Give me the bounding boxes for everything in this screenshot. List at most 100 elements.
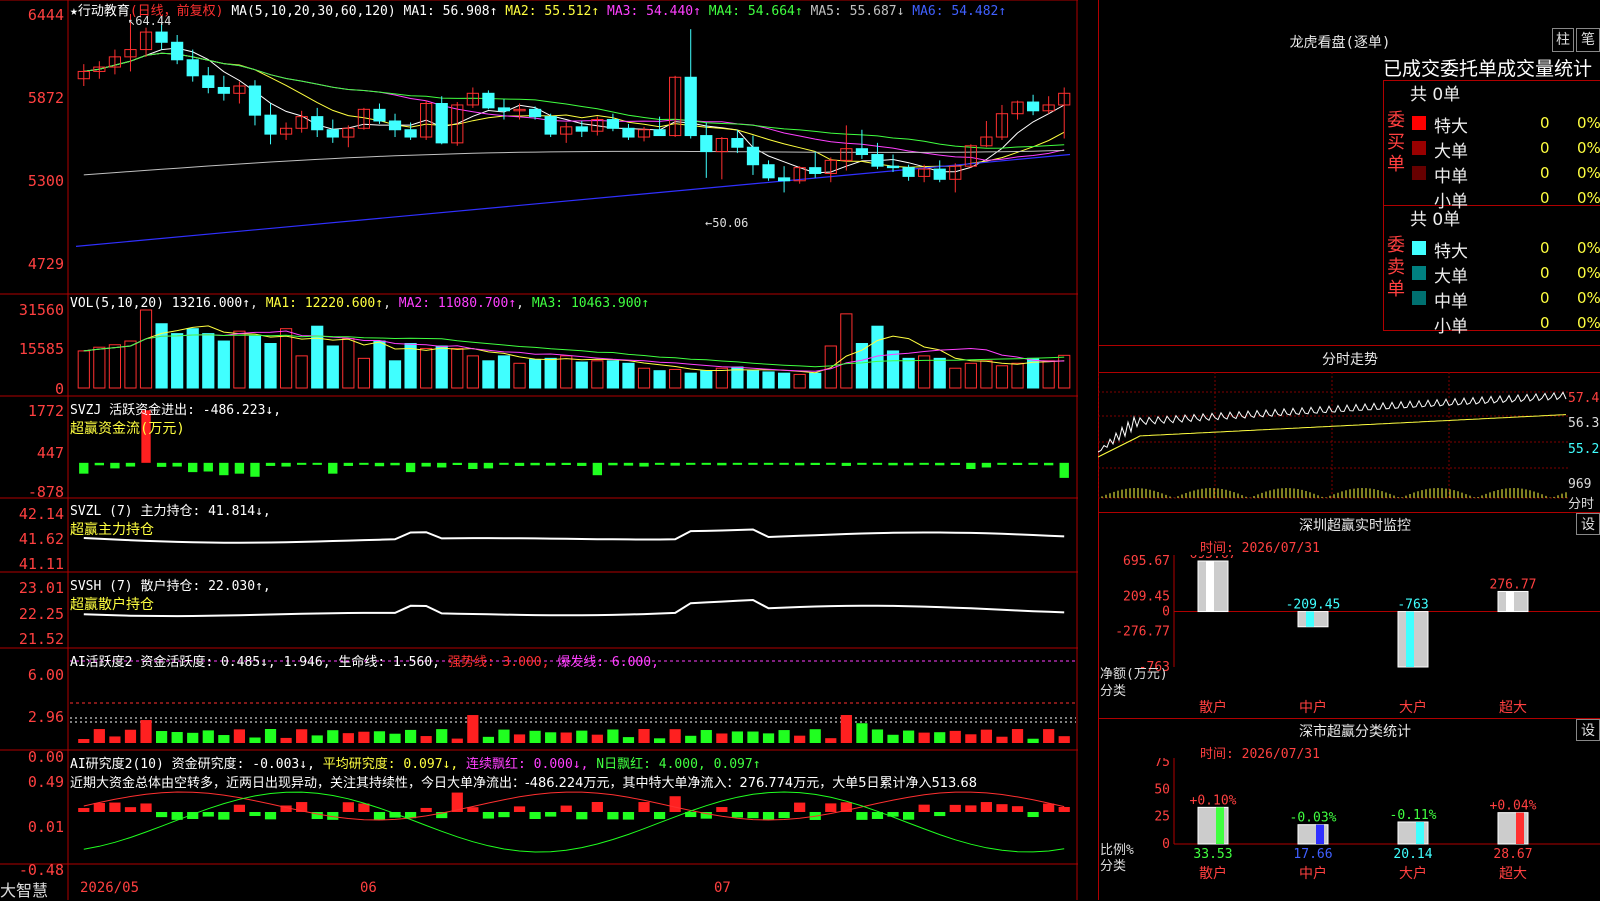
monitor-bar-chart: 695.67 209.450 -276.77 -763 695.67 散户 -209.45 中… (1100, 555, 1600, 716)
ai-research-comment: 近期大资金总体由空转多，近两日出现异动，关注其持续性，今日大单净流出：-486.… (70, 776, 977, 791)
intraday-ytick-4: 969 (1568, 477, 1592, 492)
volume-ma-line (83, 334, 1065, 368)
volume-bar (233, 330, 246, 389)
buy-label: 大单 (1434, 142, 1468, 162)
volume-bar (777, 372, 791, 389)
active-bar (809, 729, 821, 743)
active-bar (264, 729, 277, 743)
ma-value-1: MA1: 56.908↑ (403, 4, 498, 19)
svsh-label: 散户持仓: 22.030↑, (140, 579, 271, 594)
candle-body (264, 114, 277, 135)
fund-flow-bar (841, 462, 852, 466)
fund-flow-bar (903, 462, 914, 466)
research-bar (342, 802, 354, 812)
buy-color-swatch (1412, 116, 1426, 130)
research-bar (1058, 806, 1070, 812)
research-bar (233, 804, 246, 812)
vol-ytick-2: 15585 (18, 340, 64, 358)
monitor-ytick: -276.77 (1115, 625, 1170, 640)
active-bar (202, 730, 214, 743)
intraday-ytick-1: 57.41 (1568, 391, 1600, 406)
vol-ytick-1: 31560 (18, 301, 64, 319)
ma-label: MA(5,10,20,30,60,120) (231, 4, 396, 19)
volume-bar (388, 360, 402, 389)
volume-bar (809, 372, 822, 389)
volume-bar (980, 360, 993, 389)
active-bar (436, 729, 448, 743)
intraday-ytick-3: 55.21 (1568, 442, 1600, 457)
research-bar (591, 802, 603, 812)
bar-mode-button[interactable]: 柱 (1552, 28, 1574, 52)
fund-flow-bar (281, 462, 291, 467)
svzl-ytick-3: 41.11 (18, 555, 64, 573)
buy-count: 0 (1540, 114, 1550, 132)
active-bar (513, 734, 526, 743)
research-bar (934, 812, 946, 817)
active-bar (93, 729, 105, 743)
sell-count: 0 (1540, 239, 1550, 257)
volume-bar (93, 346, 106, 389)
kline-ytick-2: 5872 (27, 89, 64, 107)
active-bar (825, 738, 837, 743)
monitor-settings-button[interactable]: 设 (1576, 513, 1600, 535)
ma-line-5 (83, 150, 1065, 176)
candle-body (700, 135, 713, 153)
sell-label: 小单 (1434, 317, 1468, 337)
active-bar (794, 735, 806, 743)
active-bar (218, 735, 230, 743)
volume-bar (933, 357, 946, 389)
research-bar (794, 802, 806, 812)
volume-bar (575, 361, 588, 389)
sell-pct: 0% (1577, 239, 1600, 257)
kline-header: ★行动教育(日线，前复权) MA(5,10,20,30,60,120) MA1:… (70, 0, 1006, 19)
active-bar (840, 715, 852, 743)
volume-bar (202, 333, 215, 389)
fund-flow-bar (794, 462, 805, 466)
active-bar (327, 730, 339, 743)
ai-active-ytick-1: 6.00 (27, 666, 64, 684)
fund-flow-bar (437, 462, 447, 468)
intraday-chart[interactable] (1098, 372, 1568, 510)
fund-flow-bar (405, 462, 416, 473)
active-bar (778, 730, 790, 743)
active-bar (965, 734, 977, 743)
fund-flow-bar (312, 462, 322, 465)
active-bar (716, 733, 728, 743)
ma-value-6: MA6: 54.482↑ (904, 4, 1007, 19)
active-bar (871, 729, 884, 743)
active-bar (1043, 729, 1055, 743)
buy-count: 0 (1540, 189, 1550, 207)
fund-flow-bar (219, 462, 229, 476)
volume-bar (482, 360, 495, 389)
volume-bar (451, 347, 464, 389)
research-line-green (83, 791, 1065, 853)
svzl-ytick-1: 42.14 (18, 505, 64, 523)
high-price-mark: ↖64.44 (128, 14, 172, 28)
sell-color-swatch (1412, 241, 1426, 255)
fund-flow-bar (763, 462, 774, 465)
active-bar (78, 739, 90, 743)
research-bar (731, 812, 744, 818)
research-bar (93, 802, 105, 812)
pen-mode-button[interactable]: 笔 (1576, 28, 1600, 52)
fund-flow-bar (919, 462, 929, 465)
ai-research-label: 资金研究度: -0.003↓, (171, 757, 315, 772)
research-bar (155, 812, 168, 818)
fund-flow-bar (935, 462, 945, 466)
candle-body (388, 120, 402, 131)
volume-ma-line (83, 330, 1065, 372)
ai-research-avg: 平均研究度: 0.097↓, (322, 757, 459, 772)
active-bar (280, 737, 292, 743)
ai-research-ytick-2: 0.01 (27, 818, 64, 836)
volume-bar (497, 355, 511, 389)
svsh-header: SVSH (7) 散户持仓: 22.030↑, 超赢散户持仓 (70, 575, 271, 614)
stat-top-label: +0.04% (1490, 799, 1537, 814)
volume-bar (186, 328, 199, 389)
candle-body (248, 85, 262, 116)
stock-name[interactable]: ★行动教育 (70, 4, 130, 19)
stat-settings-button[interactable]: 设 (1576, 719, 1600, 741)
stat-category: 散户 (1199, 865, 1227, 882)
active-bar (482, 736, 495, 743)
buy-total: 共 0单 (1410, 85, 1461, 105)
fund-flow-bar (265, 462, 276, 466)
